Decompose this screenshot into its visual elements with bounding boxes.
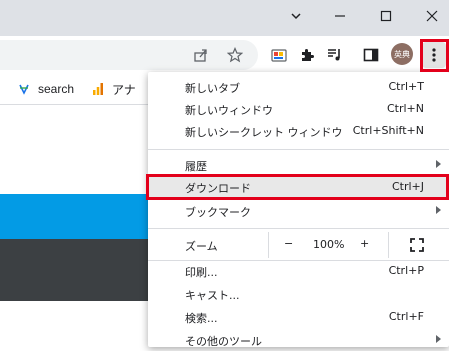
zoom-in-button[interactable]: + <box>360 237 369 250</box>
chrome-menu-button[interactable] <box>422 42 446 68</box>
bookmark-search[interactable]: search <box>18 81 74 97</box>
bookmark-label: search <box>38 82 75 96</box>
extensions-button[interactable] <box>296 44 318 66</box>
menu-divider <box>148 149 449 150</box>
chevron-down-icon <box>291 13 301 20</box>
media-controls-button[interactable] <box>324 44 346 66</box>
chrome-menu: 新しいタブ Ctrl+T 新しいウィンドウ Ctrl+N 新しいシークレット ウ… <box>148 72 449 348</box>
menu-shortcut: Ctrl+N <box>386 102 424 115</box>
menu-label: 新しいシークレット ウィンドウ <box>185 126 343 139</box>
star-icon <box>227 47 243 63</box>
maximize-button[interactable] <box>366 0 406 32</box>
tab-search-button[interactable] <box>276 0 316 32</box>
close-icon <box>426 10 438 22</box>
menu-find[interactable]: 検索... Ctrl+F <box>148 306 449 328</box>
menu-label: ブックマーク <box>185 206 251 219</box>
menu-shortcut: Ctrl+T <box>388 80 424 93</box>
zoom-divider <box>388 232 389 258</box>
menu-new-incognito-window[interactable]: 新しいシークレット ウィンドウ Ctrl+Shift+N <box>148 120 449 142</box>
bookmark-star-button[interactable] <box>224 44 246 66</box>
menu-zoom-row: ズーム − 100% + <box>148 232 449 258</box>
playlist-music-icon <box>328 49 340 61</box>
bookmark-label: アナ <box>112 82 136 97</box>
menu-label: キャスト... <box>185 289 240 302</box>
menu-new-tab[interactable]: 新しいタブ Ctrl+T <box>148 76 449 98</box>
menu-history[interactable]: 履歴 <box>148 154 449 176</box>
menu-downloads[interactable]: ダウンロード Ctrl+J <box>148 176 449 198</box>
menu-label: 新しいウィンドウ <box>185 104 273 117</box>
minimize-icon <box>335 15 345 17</box>
toolbar: 英典 <box>0 36 449 74</box>
extension-colorful-icon <box>271 49 287 62</box>
address-bar[interactable] <box>0 40 258 70</box>
fullscreen-icon <box>410 238 424 252</box>
side-panel-button[interactable] <box>360 44 382 66</box>
title-bar <box>0 0 449 36</box>
zoom-level: 100% <box>313 238 345 251</box>
menu-more-tools[interactable]: その他のツール <box>148 329 449 351</box>
menu-label: 履歴 <box>185 160 207 173</box>
maximize-icon <box>380 10 392 22</box>
menu-label: 検索... <box>185 312 218 325</box>
submenu-arrow-icon <box>436 160 441 168</box>
bookmark-analytics[interactable]: アナ <box>92 81 136 97</box>
menu-divider <box>148 228 449 229</box>
menu-shortcut: Ctrl+J <box>391 180 424 193</box>
three-dots-vertical-icon <box>432 48 436 62</box>
extension-button[interactable] <box>268 44 290 66</box>
menu-new-window[interactable]: 新しいウィンドウ Ctrl+N <box>148 98 449 120</box>
puzzle-icon <box>302 49 314 61</box>
close-window-button[interactable] <box>412 0 449 32</box>
analytics-bars-icon <box>93 83 103 95</box>
menu-shortcut: Ctrl+F <box>388 310 424 323</box>
menu-cast[interactable]: キャスト... <box>148 283 449 305</box>
avatar-text: 英典 <box>394 49 410 59</box>
menu-print[interactable]: 印刷... Ctrl+P <box>148 260 449 282</box>
fullscreen-button[interactable] <box>410 238 424 252</box>
menu-label: 印刷... <box>185 266 218 279</box>
profile-avatar[interactable]: 英典 <box>391 43 413 65</box>
side-panel-icon <box>363 48 379 62</box>
menu-shortcut: Ctrl+Shift+N <box>352 124 424 137</box>
share-button[interactable] <box>190 44 212 66</box>
minimize-button[interactable] <box>320 0 360 32</box>
submenu-arrow-icon <box>436 335 441 343</box>
menu-label: 新しいタブ <box>185 82 240 95</box>
menu-shortcut: Ctrl+P <box>388 264 424 277</box>
search-favicon-icon <box>19 84 29 95</box>
submenu-arrow-icon <box>436 206 441 214</box>
share-icon <box>194 49 207 62</box>
menu-label: ダウンロード <box>185 182 251 195</box>
zoom-divider <box>268 232 269 258</box>
menu-label: ズーム <box>185 240 218 253</box>
zoom-out-button[interactable]: − <box>284 237 293 250</box>
menu-bookmarks[interactable]: ブックマーク <box>148 200 449 222</box>
